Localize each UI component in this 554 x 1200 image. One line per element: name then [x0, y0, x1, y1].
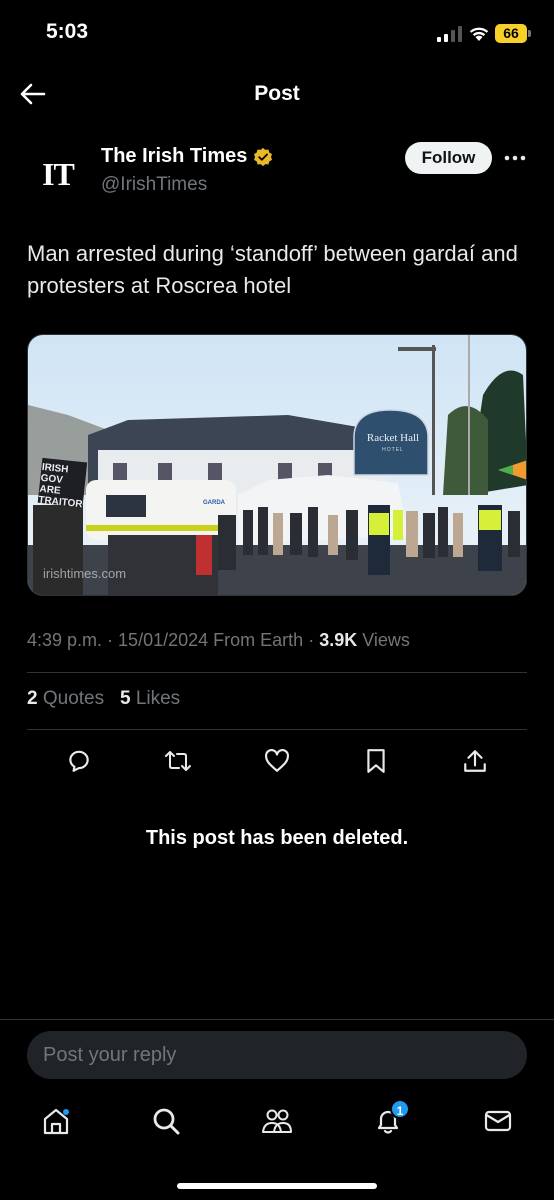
- image-hotel-sign-sub: HOTEL: [382, 447, 404, 453]
- tab-home[interactable]: [38, 1103, 74, 1139]
- share-icon: [464, 750, 486, 772]
- like-button[interactable]: [261, 745, 293, 777]
- reply-input[interactable]: [27, 1031, 527, 1079]
- divider: [27, 672, 527, 673]
- divider: [0, 1019, 554, 1020]
- wifi-icon: [469, 27, 489, 41]
- image-watermark: irishtimes.com: [43, 566, 127, 581]
- post-stats: 2 Quotes 5 Likes: [27, 688, 180, 710]
- image-van-label: GARDA: [203, 500, 225, 506]
- quotes-label: Quotes: [42, 688, 105, 709]
- verified-badge-icon: [254, 147, 273, 166]
- page-title: Post: [254, 82, 300, 105]
- divider: [27, 729, 527, 730]
- tab-notifications[interactable]: 1: [370, 1099, 410, 1139]
- post-source: From Earth: [213, 630, 304, 650]
- post-meta: 4:39 p.m. · 15/01/2024 From Earth · 3.9K…: [27, 630, 410, 650]
- reply-button[interactable]: [63, 745, 95, 777]
- battery-level: 66: [495, 24, 527, 43]
- image-hotel-sign: Racket Hall: [366, 432, 420, 444]
- home-icon: [43, 1108, 69, 1135]
- likes-count: 5: [119, 688, 131, 709]
- author-name-row[interactable]: The Irish Times: [101, 145, 273, 168]
- tab-messages[interactable]: [480, 1103, 516, 1139]
- search-icon: [153, 1108, 180, 1135]
- repost-button[interactable]: [162, 745, 194, 777]
- likes-stat[interactable]: 5 Likes: [120, 688, 180, 709]
- home-indicator: [177, 1183, 377, 1189]
- battery-icon: 66: [495, 24, 531, 43]
- avatar[interactable]: IT: [27, 143, 89, 205]
- tab-search[interactable]: [148, 1103, 184, 1139]
- cellular-signal-icon: [437, 26, 462, 42]
- post-date: 15/01/2024: [118, 630, 209, 650]
- quotes-count: 2: [27, 688, 38, 709]
- like-icon: [265, 749, 289, 772]
- views-label: Views: [362, 630, 410, 650]
- post-time: 4:39 p.m.: [27, 630, 103, 650]
- status-time: 5:03: [46, 20, 89, 43]
- tab-communities[interactable]: [259, 1103, 295, 1139]
- likes-label: Likes: [135, 688, 181, 709]
- status-bar: 5:03 66: [0, 0, 554, 66]
- bookmark-icon: [367, 749, 385, 773]
- more-options-icon[interactable]: [503, 147, 527, 169]
- notification-badge: 1: [390, 1099, 410, 1119]
- post-image[interactable]: [27, 334, 527, 596]
- follow-button[interactable]: Follow: [405, 142, 492, 174]
- messages-icon: [484, 1110, 512, 1132]
- bookmark-button[interactable]: [360, 745, 392, 777]
- communities-icon: [262, 1109, 292, 1133]
- reply-icon: [69, 750, 89, 772]
- author-name[interactable]: The Irish Times: [101, 145, 247, 168]
- action-bar: [0, 745, 554, 777]
- share-button[interactable]: [459, 745, 491, 777]
- author-handle[interactable]: @IrishTimes: [101, 174, 207, 196]
- tab-bar: 1: [0, 1093, 554, 1153]
- post-text: Man arrested during ‘standoff’ between g…: [27, 241, 518, 298]
- deleted-notice: This post has been deleted.: [145, 827, 409, 849]
- repost-icon: [165, 751, 191, 771]
- views-count: 3.9K: [319, 630, 358, 650]
- header: Post: [0, 66, 554, 123]
- quotes-stat[interactable]: 2 Quotes: [27, 688, 104, 709]
- image-protest-sign: IRISH GOV ARE TRAITOR: [37, 461, 83, 511]
